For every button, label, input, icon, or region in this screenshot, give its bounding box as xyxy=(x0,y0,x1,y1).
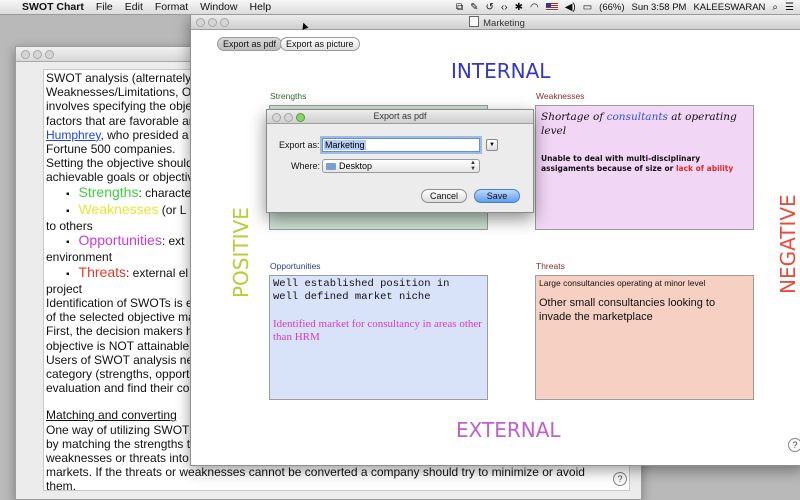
doc-text-span: (or L xyxy=(158,202,187,217)
doc-text-span: : ext xyxy=(161,234,185,249)
help-button[interactable]: ? xyxy=(613,472,627,486)
doc-line: markets. If the threats or weaknesses ca… xyxy=(46,465,585,480)
menu-edit[interactable]: Edit xyxy=(125,1,143,13)
dialog-titlebar[interactable]: Export as pdf xyxy=(267,110,533,124)
text-line: well defined market niche xyxy=(273,290,431,303)
menu-app-name[interactable]: SWOT Chart xyxy=(22,1,84,13)
menu-file[interactable]: File xyxy=(96,1,113,13)
where-value: Desktop xyxy=(339,161,373,171)
menu-window[interactable]: Window xyxy=(200,1,237,13)
chevron-down-icon[interactable]: ▼ xyxy=(486,139,498,151)
threats-box[interactable]: Large consultancies operating at minor l… xyxy=(535,275,754,400)
marketing-titlebar[interactable]: Marketing xyxy=(191,15,800,30)
opportunities-main-text: Well established position in well define… xyxy=(273,278,449,303)
weaknesses-main-text: Shortage of consultants at operating lev… xyxy=(541,110,746,138)
help-button[interactable]: ? xyxy=(788,438,800,452)
window-title: Marketing xyxy=(191,16,800,29)
close-button[interactable] xyxy=(21,50,30,59)
folder-icon xyxy=(326,163,336,170)
where-label: Where: xyxy=(291,161,321,171)
doc-text-span: : characte xyxy=(138,185,192,200)
export-picture-button[interactable]: Export as picture xyxy=(280,37,360,51)
clock[interactable]: Sun 3:58 PM xyxy=(632,2,687,13)
threats-main-text: Other small consultancies looking to inv… xyxy=(539,297,716,323)
opportunities-term: Opportunities xyxy=(78,232,162,249)
export-as-label: Export as: xyxy=(279,140,320,150)
export-as-field[interactable]: Marketing xyxy=(322,138,480,152)
doc-line: them. xyxy=(46,479,77,491)
volume-icon[interactable]: ◀) xyxy=(565,2,576,13)
doc-text-span: , who presided a co xyxy=(100,127,205,142)
internal-label: INTERNAL xyxy=(451,59,551,83)
threats-small-text: Large consultancies operating at minor l… xyxy=(539,278,706,288)
negative-label: NEGATIVE xyxy=(776,194,800,294)
external-label: EXTERNAL xyxy=(456,418,561,442)
minimize-button[interactable] xyxy=(33,50,42,59)
weaknesses-term: Weaknesses xyxy=(78,200,159,217)
weaknesses-label: Weaknesses xyxy=(536,91,585,101)
status-area: ⧉ ✎ ↺ ‹› ✱ ◠ ◀) ▭ (66%) Sun 3:58 PM KALE… xyxy=(456,0,794,14)
dialog-title: Export as pdf xyxy=(373,111,427,121)
humphrey-link[interactable]: Humphrey xyxy=(46,128,100,142)
export-pdf-button[interactable]: Export as pdf xyxy=(217,37,283,51)
text-highlight: lack of ability xyxy=(675,164,734,173)
weaknesses-sub-text: Unable to deal with multi-disciplinary a… xyxy=(541,154,749,174)
weaknesses-box[interactable]: Shortage of consultants at operating lev… xyxy=(535,105,754,230)
export-as-value: Marketing xyxy=(324,140,366,150)
document-icon xyxy=(469,16,480,27)
menu-format[interactable]: Format xyxy=(155,1,188,13)
opportunities-sub-text: Identified market for consultancy in are… xyxy=(273,318,482,343)
text-highlight: consultants xyxy=(606,111,668,123)
zoom-button[interactable] xyxy=(45,50,54,59)
spotlight-icon[interactable]: ⌕ xyxy=(772,2,778,13)
strengths-term: Strengths xyxy=(78,183,139,200)
bluetooth-icon[interactable]: ✱ xyxy=(515,2,523,13)
evernote-icon[interactable]: ✎ xyxy=(470,2,478,13)
wifi-icon[interactable]: ◠ xyxy=(530,2,539,13)
text-span: Shortage of xyxy=(541,111,607,123)
window-title-text: Marketing xyxy=(483,18,525,29)
where-select[interactable]: Desktop ▲ ▼ xyxy=(322,159,480,173)
opportunities-box[interactable]: Well established position in well define… xyxy=(269,275,488,400)
notification-center-icon[interactable]: ☰ xyxy=(785,2,794,13)
opportunities-label: Opportunities xyxy=(270,261,321,271)
flag-icon[interactable] xyxy=(545,3,558,11)
timemachine-icon[interactable]: ↺ xyxy=(486,2,494,13)
save-button[interactable]: Save xyxy=(474,189,520,203)
user-name[interactable]: KALEESWARAN xyxy=(693,2,765,13)
menu-help[interactable]: Help xyxy=(249,1,271,13)
cancel-button[interactable]: Cancel xyxy=(421,189,467,203)
export-pdf-dialog: Export as pdf Export as: Marketing ▼ Whe… xyxy=(266,109,534,213)
strengths-label: Strengths xyxy=(270,91,307,101)
code-icon[interactable]: ‹› xyxy=(501,2,508,13)
updown-arrows-icon: ▲ ▼ xyxy=(470,160,476,172)
menu-bar: SWOT Chart File Edit Format Window Help … xyxy=(0,0,800,15)
text-line: Well established position in xyxy=(273,278,450,290)
marketing-window: Marketing Export as pdf Export as pictur… xyxy=(190,14,800,466)
doc-text-span: : external el xyxy=(126,265,189,280)
screen-mirror-icon[interactable]: ⧉ xyxy=(456,2,463,13)
threats-label: Threats xyxy=(536,261,565,271)
battery-icon[interactable]: ▭ xyxy=(583,2,592,13)
positive-label: POSITIVE xyxy=(229,207,253,298)
threats-term: Threats xyxy=(78,263,127,280)
battery-percent: (66%) xyxy=(599,1,625,13)
